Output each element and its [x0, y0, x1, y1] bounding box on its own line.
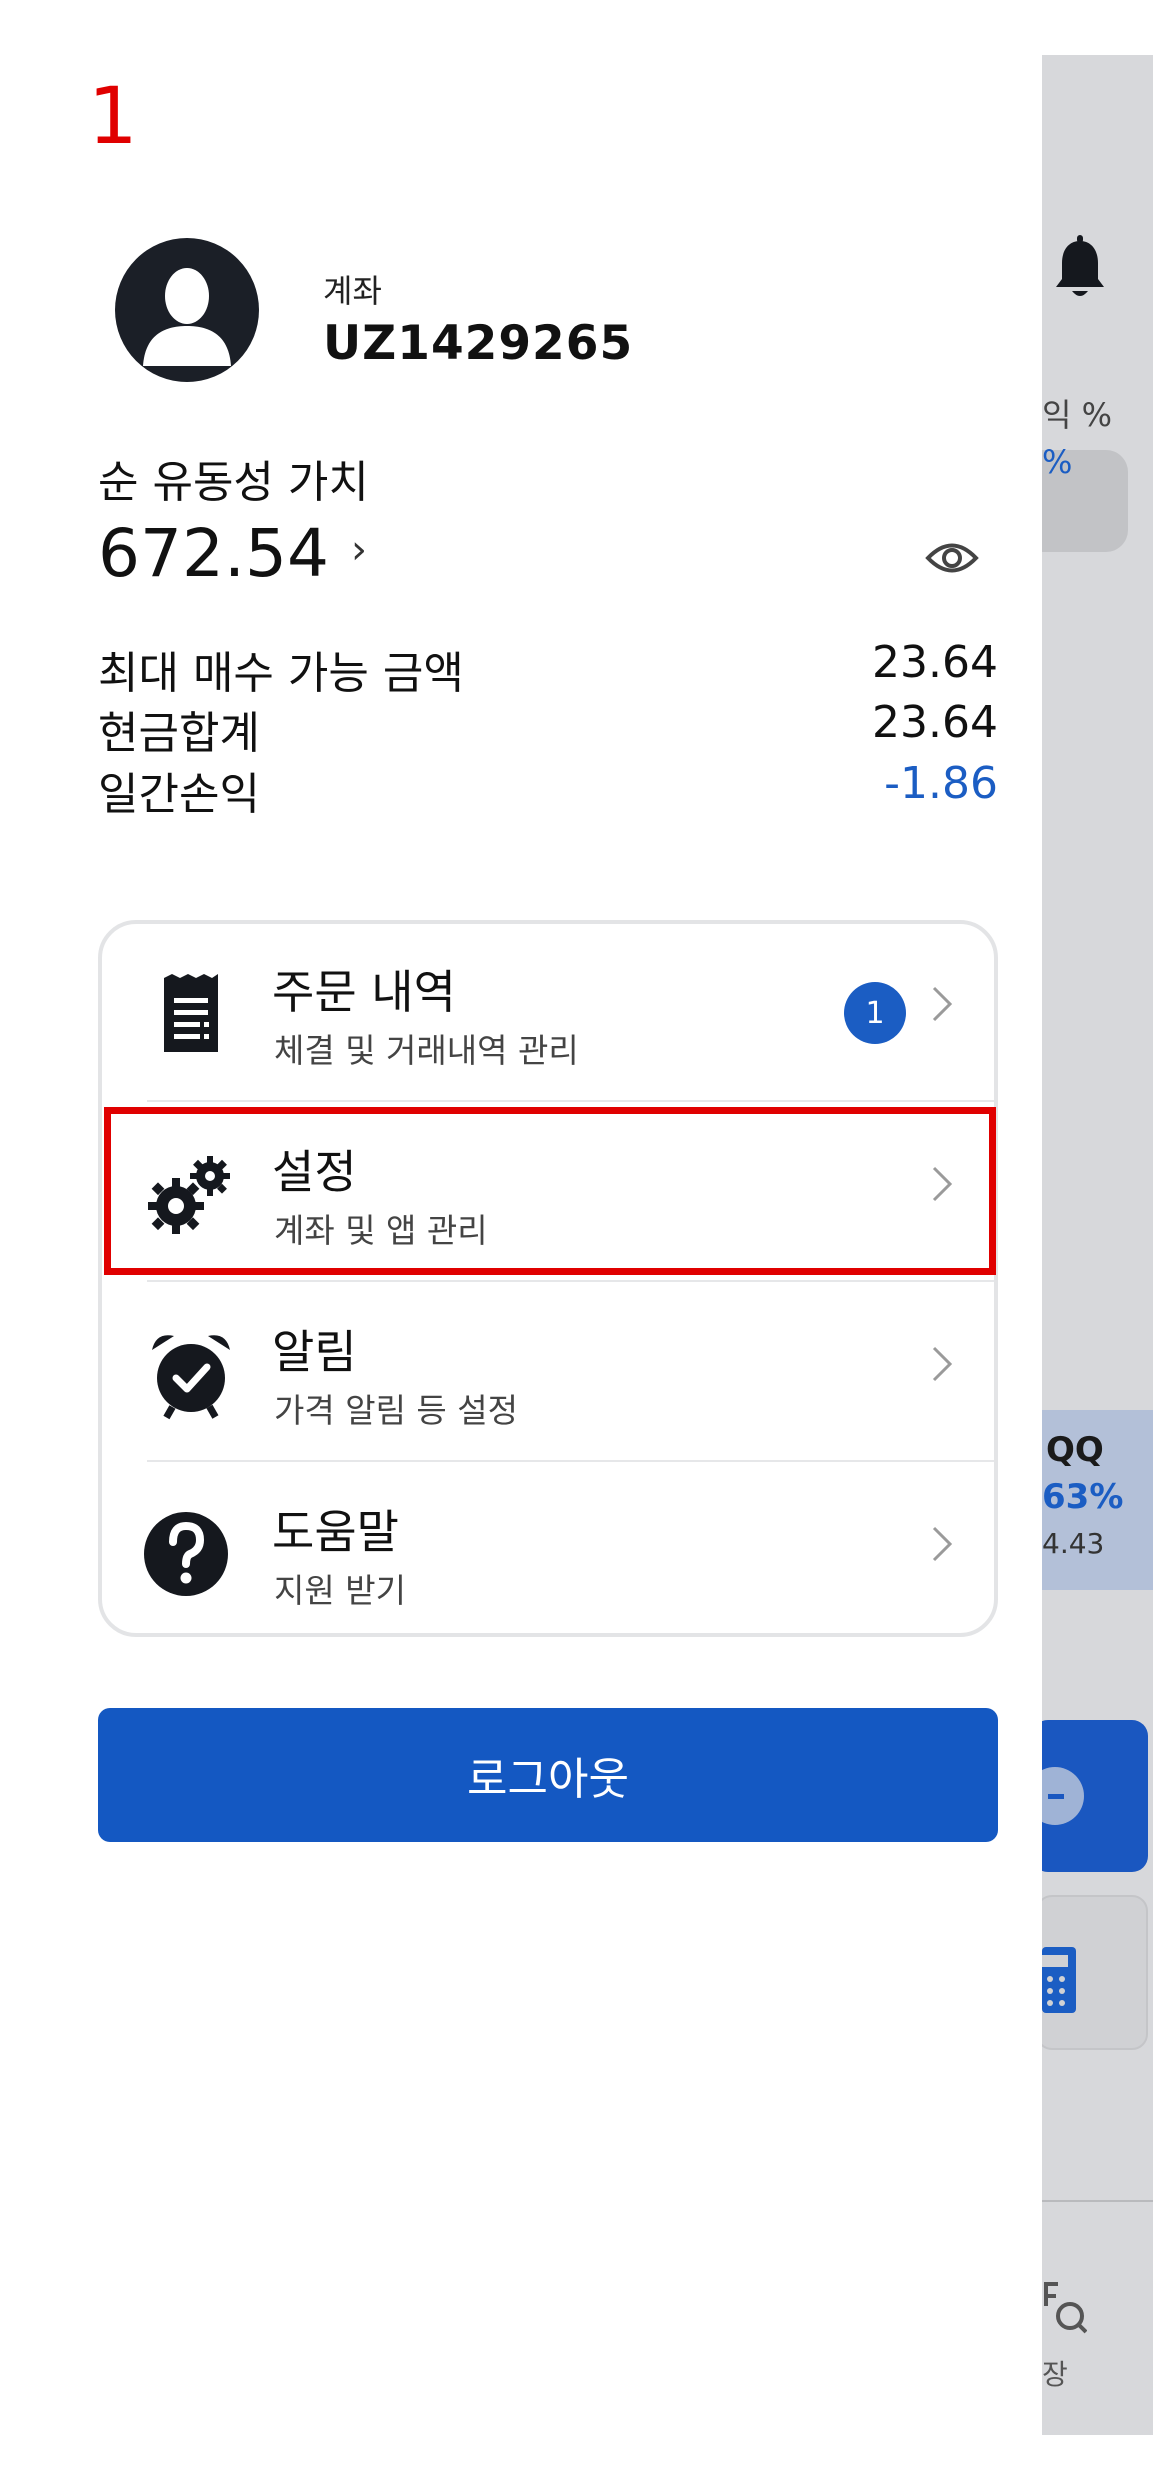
background-page: 익 % % QQ 63% 4.43 장 [1042, 55, 1153, 2435]
chevron-right-icon: › [350, 526, 367, 573]
logout-button[interactable]: 로그아웃 [98, 1708, 998, 1842]
bg-ticker-value: 4.43 [1042, 1527, 1105, 1560]
alarm-clock-icon [152, 1335, 230, 1420]
summary-row-daily-pnl: 일간손익 -1.86 [98, 758, 998, 822]
faq-icon [1044, 2282, 1087, 2334]
bg-market-tab-label: 장 [1042, 2358, 1068, 2391]
notification-badge: 1 [844, 982, 906, 1044]
chevron-right-icon [932, 986, 953, 1022]
summary-label: 현금합계 [98, 708, 260, 759]
account-label: 계좌 [323, 272, 382, 310]
step-number: 1 [88, 72, 138, 162]
help-icon [144, 1512, 228, 1596]
menu-item-title: 알림 [272, 1325, 357, 1379]
eye-icon[interactable] [925, 535, 979, 581]
bg-column-label: 익 % [1042, 396, 1113, 434]
menu-item-order-history[interactable]: 주문 내역 체결 및 거래내역 관리 1 [102, 924, 994, 1102]
bg-ticker-pct: 63% [1042, 1477, 1124, 1517]
account-id: UZ1429265 [323, 316, 634, 371]
menu-item-subtitle: 체결 및 거래내역 관리 [274, 1031, 579, 1070]
calculator-icon [1042, 1947, 1076, 2013]
menu-item-alerts[interactable]: 알림 가격 알림 등 설정 [102, 1284, 994, 1462]
net-liquidation-label: 순 유동성 가치 [98, 457, 369, 508]
menu-item-title: 도움말 [272, 1505, 399, 1559]
bg-column-value: % [1042, 443, 1073, 481]
bell-icon [1056, 235, 1104, 296]
divider [147, 1100, 994, 1102]
summary-label: 최대 매수 가능 금액 [98, 648, 464, 699]
chevron-right-icon [932, 1526, 953, 1562]
summary-row-buying-power: 최대 매수 가능 금액 23.64 [98, 637, 998, 701]
net-liquidation-link[interactable]: 672.54 › [98, 515, 367, 592]
summary-row-cash-total: 현금합계 23.64 [98, 697, 998, 761]
net-liquidation-value: 672.54 [98, 515, 329, 592]
chevron-right-icon [932, 1346, 953, 1382]
minus-bar [1048, 1794, 1064, 1799]
summary-value: 23.64 [872, 637, 998, 688]
avatar[interactable] [115, 238, 259, 382]
summary-label: 일간손익 [98, 769, 260, 820]
menu-item-subtitle: 가격 알림 등 설정 [274, 1391, 518, 1430]
menu-item-help[interactable]: 도움말 지원 받기 [102, 1464, 994, 1642]
divider [147, 1460, 994, 1462]
highlight-box [104, 1107, 996, 1275]
user-icon [143, 268, 231, 366]
bg-tabbar-divider [1042, 2200, 1153, 2202]
menu-item-subtitle: 지원 받기 [274, 1571, 406, 1610]
summary-value-negative: -1.86 [884, 758, 998, 809]
divider [147, 1280, 994, 1282]
menu-card: 주문 내역 체결 및 거래내역 관리 1 설정 계좌 및 앱 관리 알림 가격 … [98, 920, 998, 1637]
bg-ticker-name: QQ [1046, 1430, 1104, 1470]
summary-value: 23.64 [872, 697, 998, 748]
receipt-icon [164, 974, 218, 1052]
menu-item-title: 주문 내역 [272, 965, 456, 1019]
